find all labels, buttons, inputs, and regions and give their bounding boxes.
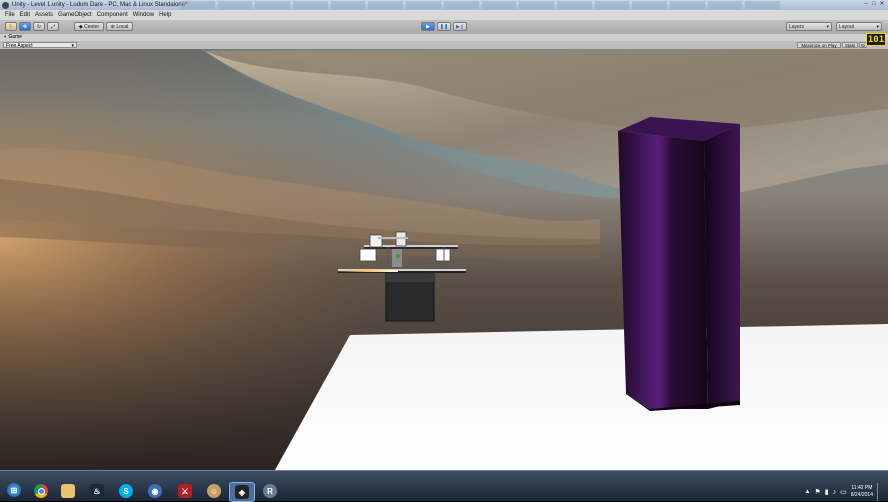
move-arrows-icon: ✥	[22, 24, 28, 30]
pause-icon: ❚❚	[439, 24, 449, 30]
taskbar-steam[interactable]: ♨	[85, 482, 109, 500]
taskbar-media[interactable]: ◉	[143, 482, 167, 500]
clock-time: 11:42 PM	[851, 485, 873, 491]
volume-icon[interactable]: ♪	[833, 489, 837, 496]
menu-help[interactable]: Help	[159, 12, 171, 18]
tray-expand-icon[interactable]: ▲	[805, 489, 811, 495]
clock-date: 8/24/2014	[850, 492, 873, 498]
pivot-space-toggle[interactable]: ⊕ Local	[106, 22, 133, 31]
gizmos-label: Gi	[860, 43, 866, 48]
skype-icon: S	[119, 484, 133, 498]
unity-icon: ◈	[235, 485, 249, 499]
titlebar-background-tabs	[180, 1, 780, 9]
taskbar-monkey[interactable]: ☺	[202, 482, 226, 500]
play-button[interactable]: ▶	[421, 22, 435, 31]
game-scene	[0, 49, 888, 470]
start-button[interactable]: ⊞	[2, 481, 26, 499]
taskbar-clock[interactable]: 11:42 PM 8/24/2014	[851, 485, 873, 499]
chevron-down-icon: ▾	[876, 24, 879, 30]
pivot-space-label: Local	[116, 24, 129, 30]
folder-icon	[61, 484, 75, 498]
menu-gameobject[interactable]: GameObject	[58, 12, 92, 18]
layout-dropdown[interactable]: Layout ▾	[836, 22, 882, 31]
game-tab-icon: ◐	[4, 34, 8, 40]
taskbar-skype[interactable]: S	[114, 482, 138, 500]
rotate-icon: ↻	[36, 24, 42, 30]
rotate-tool-button[interactable]: ↻	[33, 22, 45, 31]
resharper-icon: R	[263, 484, 277, 498]
fps-counter-badge: 101	[866, 33, 886, 46]
game-tab[interactable]: Game	[8, 34, 22, 40]
maximize-on-play-label: Maximize on Play	[801, 43, 837, 48]
taskbar-explorer[interactable]	[56, 482, 80, 500]
scale-icon: ⤢	[50, 24, 55, 30]
game-viewport[interactable]	[0, 49, 888, 470]
layout-label: Layout	[839, 24, 855, 30]
step-button[interactable]: ▶❙	[453, 22, 467, 31]
windows-start-orb-icon: ⊞	[7, 483, 21, 497]
network-icon[interactable]: ▮	[825, 488, 829, 496]
chevron-down-icon: ▾	[826, 24, 829, 30]
hand-tool-button[interactable]: ✋	[5, 22, 17, 31]
hand-icon: ✋	[7, 24, 15, 30]
windows-taskbar: ⊞ ♨ S ◉ ⚔ ☺ ◈ R ▲ ⚑ ▮ ♪ ▭ 11:42 PM 8/24/…	[0, 470, 888, 502]
system-tray: ▲ ⚑ ▮ ♪ ▭ 11:42 PM 8/24/2014	[805, 483, 884, 501]
flag-icon[interactable]: ⚑	[814, 488, 820, 496]
floor-plane	[275, 324, 888, 470]
move-tool-button[interactable]: ✥	[19, 22, 31, 31]
menu-component[interactable]: Component	[97, 12, 128, 18]
main-toolbar: ✋ ✥ ↻ ⤢ ◆ Center ⊕ Local ▶ ❚❚ ▶❙ Layers ▾…	[0, 20, 888, 35]
pause-button[interactable]: ❚❚	[437, 22, 451, 31]
monolith-front	[618, 131, 708, 409]
game-tab-bar: ◐ Game	[0, 34, 888, 41]
monkey-icon: ☺	[207, 484, 221, 498]
aspect-dropdown[interactable]: Free Aspect ▾	[3, 42, 77, 49]
pivot-center-label: Center	[84, 24, 100, 30]
taskbar-chrome[interactable]	[29, 482, 53, 500]
menu-assets[interactable]: Assets	[35, 12, 53, 18]
menu-file[interactable]: File	[5, 12, 15, 18]
taskbar-unity[interactable]: ◈	[229, 482, 255, 502]
menu-window[interactable]: Window	[133, 12, 154, 18]
pivot-center-toggle[interactable]: ◆ Center	[74, 22, 104, 31]
power-icon[interactable]: ▭	[840, 488, 847, 496]
unity-logo-icon	[2, 1, 9, 9]
taskbar-resharper[interactable]: R	[258, 482, 282, 500]
scale-tool-button[interactable]: ⤢	[47, 22, 59, 31]
media-player-icon: ◉	[148, 484, 162, 498]
menu-edit[interactable]: Edit	[20, 12, 30, 18]
layers-label: Layers	[789, 24, 805, 30]
close-button[interactable]: ✕	[878, 0, 886, 9]
step-icon: ▶❙	[455, 24, 465, 30]
taskbar-game[interactable]: ⚔	[173, 482, 197, 500]
layers-dropdown[interactable]: Layers ▾	[786, 22, 832, 31]
stats-toggle[interactable]: Stats	[842, 42, 858, 48]
window-titlebar: Unity - Level 1.unity - Ludum Dare - PC,…	[0, 0, 888, 10]
stats-label: Stats	[844, 43, 856, 48]
play-icon: ▶	[426, 24, 430, 30]
window-title: Unity - Level 1.unity - Ludum Dare - PC,…	[12, 2, 188, 8]
game-app-icon: ⚔	[178, 484, 192, 498]
maximize-on-play-toggle[interactable]: Maximize on Play	[797, 42, 841, 48]
chrome-icon	[34, 484, 48, 498]
maximize-button[interactable]: □	[870, 0, 878, 9]
show-desktop-button[interactable]	[877, 483, 884, 501]
steam-icon: ♨	[90, 484, 104, 498]
minimize-button[interactable]: –	[862, 0, 870, 9]
monolith-side	[704, 124, 740, 409]
